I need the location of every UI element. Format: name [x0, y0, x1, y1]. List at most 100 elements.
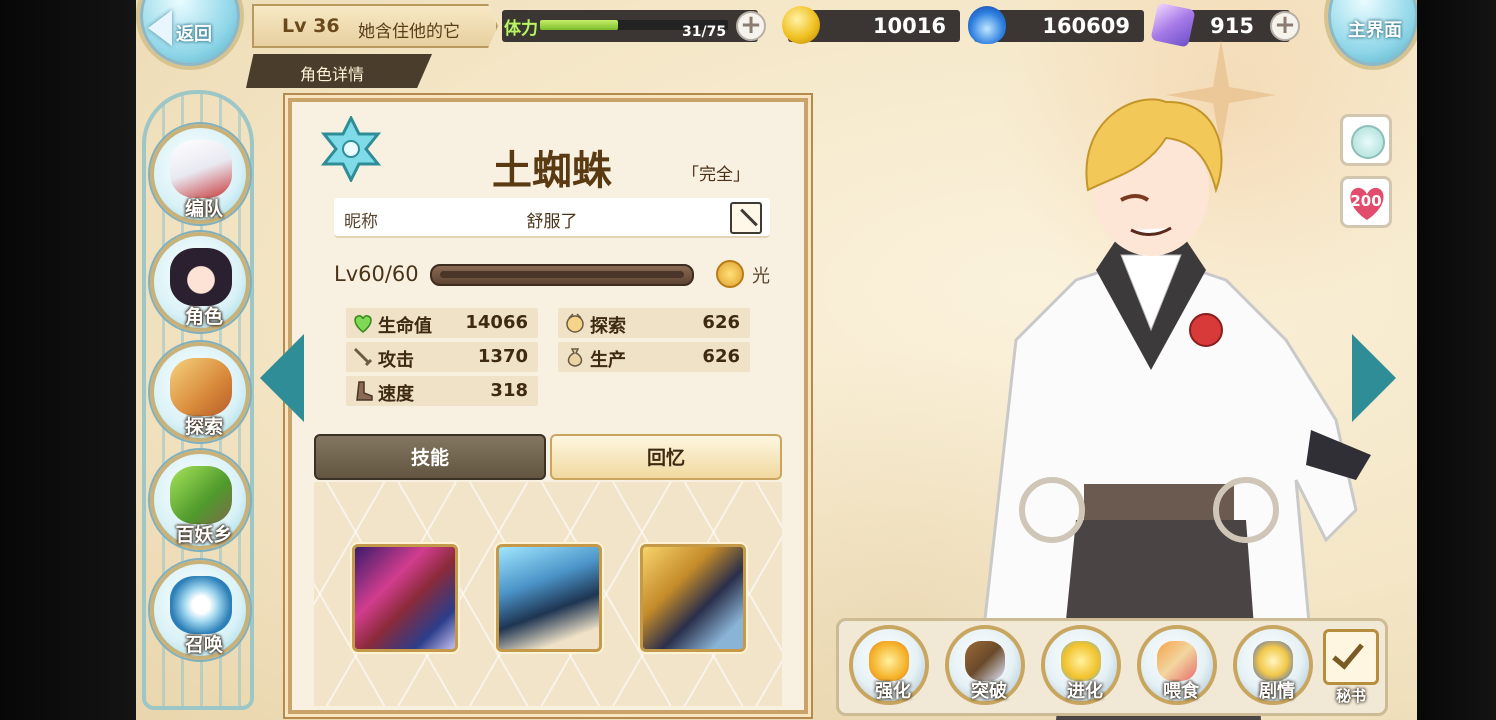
menu-team-button[interactable]: 编队	[150, 124, 250, 224]
stat-explore-value: 626	[702, 312, 740, 333]
evolve-button[interactable]: 进化	[1041, 625, 1121, 705]
stat-explore: 探索 626	[558, 308, 750, 338]
secretary-checkbox[interactable]	[1323, 629, 1379, 685]
breakthrough-label: 突破	[971, 681, 1007, 702]
stat-speed-label: 速度	[378, 384, 414, 405]
character-icon	[170, 248, 232, 306]
back-arrow-icon	[148, 10, 172, 46]
stat-hp-label: 生命值	[378, 316, 432, 337]
stat-produce: 生产 626	[558, 342, 750, 372]
story-label: 剧情	[1259, 681, 1295, 702]
sword-icon	[353, 347, 373, 367]
story-icon	[1253, 641, 1293, 681]
stamina-value: 31/75	[682, 24, 727, 40]
gold-coin-icon	[782, 6, 820, 44]
village-icon	[170, 466, 232, 524]
skill-card-2[interactable]	[496, 544, 602, 652]
boot-icon	[356, 381, 373, 401]
menu-village-label: 百妖乡	[175, 524, 233, 546]
spirit-value: 160609	[1042, 14, 1130, 38]
menu-village-button[interactable]: 百妖乡	[150, 450, 250, 550]
mood-icon[interactable]	[1340, 114, 1392, 166]
screen: 编队 角色 探索 百妖乡 召唤 Lv 36 她含住他的它 角色详情 返回 体力 …	[0, 0, 1496, 720]
tab-skills[interactable]: 技能	[314, 434, 546, 480]
character-status: 「完全」	[682, 165, 750, 185]
stat-attack-label: 攻击	[378, 350, 414, 371]
checkmark-icon	[1332, 636, 1364, 670]
menu-character-label: 角色	[184, 306, 223, 328]
evolve-icon	[1061, 641, 1101, 681]
blue-flame-icon	[968, 6, 1006, 44]
evolve-label: 进化	[1067, 681, 1103, 702]
summon-icon	[170, 576, 232, 634]
feed-label: 喂食	[1163, 681, 1199, 702]
attribute-label: 光	[752, 266, 770, 287]
character-info-card: 土蜘蛛 「完全」 昵称 舒服了 Lv60/60 光 生命值 14066 攻击 1…	[288, 98, 808, 714]
right-letterbox	[1417, 0, 1496, 720]
add-stamina-button[interactable]: +	[736, 11, 766, 41]
left-letterbox	[0, 0, 136, 720]
add-crystal-button[interactable]: +	[1270, 11, 1300, 41]
side-menu: 编队 角色 探索 百妖乡 召唤	[142, 90, 254, 710]
story-button[interactable]: 剧情	[1233, 625, 1313, 705]
previous-character-arrow-icon[interactable]	[260, 334, 304, 422]
menu-explore-button[interactable]: 探索	[150, 342, 250, 442]
money-bag-icon	[567, 348, 583, 367]
player-name: 她含住他的它	[358, 22, 460, 42]
menu-explore-label: 探索	[184, 416, 223, 438]
home-button[interactable]: 主界面	[1324, 0, 1417, 70]
enhance-icon	[869, 641, 909, 681]
skill-card-3[interactable]	[640, 544, 746, 652]
game-viewport: 编队 角色 探索 百妖乡 召唤 Lv 36 她含住他的它 角色详情 返回 体力 …	[136, 0, 1417, 720]
stat-hp-value: 14066	[465, 312, 528, 333]
stamina-label: 体力	[504, 19, 538, 39]
enhance-button[interactable]: 强化	[849, 625, 929, 705]
explore-icon	[170, 358, 232, 416]
menu-summon-label: 召唤	[184, 634, 223, 656]
affection-heart-icon[interactable]: 200	[1340, 176, 1392, 228]
stamina-meter: 体力 31/75	[502, 10, 758, 42]
explore-stat-icon	[566, 313, 584, 333]
light-attribute-icon	[716, 260, 744, 288]
stat-attack-value: 1370	[477, 346, 528, 367]
stat-attack: 攻击 1370	[346, 342, 538, 372]
player-level-panel[interactable]: Lv 36 她含住他的它	[252, 4, 498, 48]
stat-speed: 速度 318	[346, 376, 538, 406]
heart-icon	[354, 315, 372, 333]
menu-team-label: 编队	[184, 198, 223, 220]
feed-icon	[1157, 641, 1197, 681]
nickname-row: 昵称 舒服了	[334, 198, 770, 238]
stat-hp: 生命值 14066	[346, 308, 538, 338]
stat-speed-value: 318	[490, 380, 528, 401]
level-bar	[430, 264, 694, 286]
menu-summon-button[interactable]: 召唤	[150, 560, 250, 660]
secretary-label: 秘书	[1335, 687, 1366, 705]
character-level: Lv60/60	[334, 262, 419, 286]
action-bar: 强化 突破 进化 喂食 剧情 秘书	[836, 618, 1388, 716]
team-icon	[170, 140, 232, 198]
tab-memory[interactable]: 回忆	[550, 434, 782, 480]
skill-card-1[interactable]	[352, 544, 458, 652]
stat-explore-label: 探索	[590, 316, 626, 337]
section-tab: 角色详情	[246, 54, 432, 88]
edit-nickname-icon[interactable]	[730, 202, 762, 234]
back-button[interactable]: 返回	[136, 0, 244, 70]
breakthrough-icon	[965, 641, 1005, 681]
stamina-fill	[540, 20, 618, 30]
menu-character-button[interactable]: 角色	[150, 232, 250, 332]
home-label: 主界面	[1348, 20, 1402, 41]
breakthrough-button[interactable]: 突破	[945, 625, 1025, 705]
enhance-label: 强化	[875, 681, 911, 702]
affection-value: 200	[1350, 192, 1382, 210]
feed-button[interactable]: 喂食	[1137, 625, 1217, 705]
stat-produce-value: 626	[702, 346, 740, 367]
section-title: 角色详情	[300, 65, 365, 84]
gold-value: 10016	[872, 14, 946, 38]
crystal-value: 915	[1210, 14, 1254, 38]
level-bar-fill	[440, 271, 684, 278]
player-level: Lv 36	[282, 15, 340, 37]
back-label: 返回	[176, 24, 212, 45]
spirit-counter: 160609	[968, 6, 1144, 44]
nickname-value: 舒服了	[526, 212, 578, 232]
gold-counter: 10016	[782, 6, 960, 44]
